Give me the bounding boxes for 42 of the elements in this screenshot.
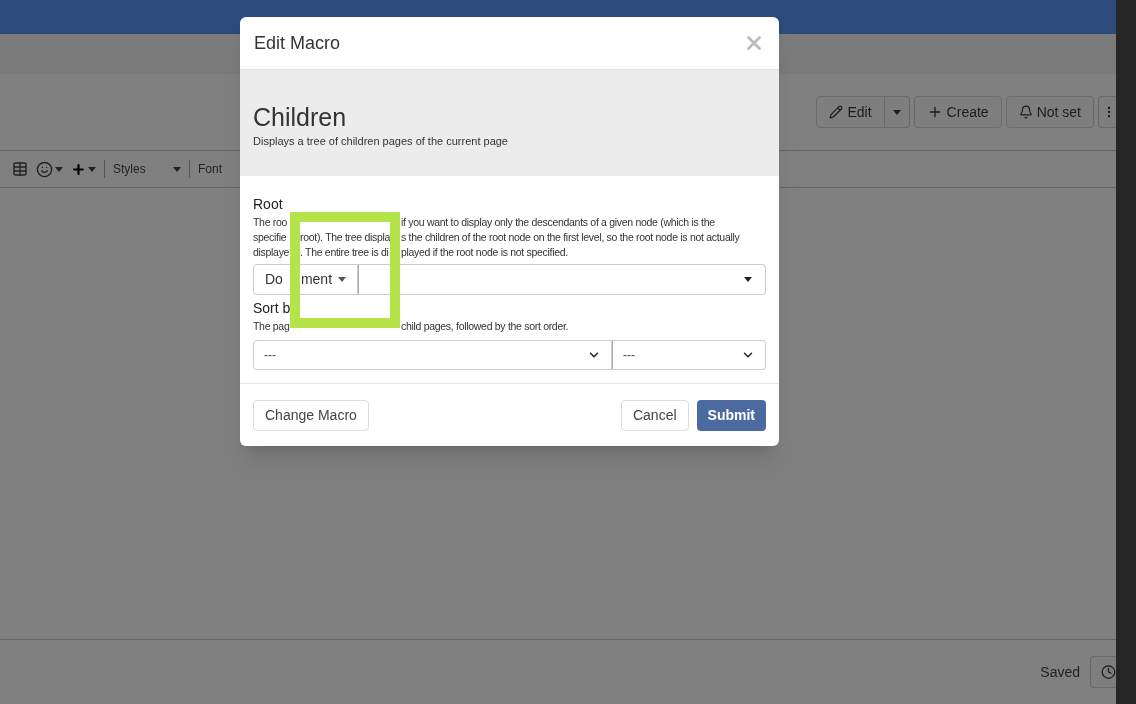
clock-icon: [1101, 664, 1116, 680]
create-button[interactable]: Create: [913, 96, 1002, 128]
cancel-button[interactable]: Cancel: [620, 399, 689, 431]
field-label: Root: [253, 195, 283, 213]
edit-menu-button[interactable]: [884, 96, 910, 128]
emoji-icon[interactable]: [36, 160, 53, 178]
pencil-icon: [829, 105, 844, 119]
field-hint: played if the root node is not specified.: [401, 245, 568, 260]
watch-button[interactable]: Not set: [1005, 96, 1094, 128]
caret-icon: [338, 277, 347, 282]
field-hint: . The entire tree is di: [300, 245, 389, 260]
bell-icon: [1018, 105, 1033, 119]
plus-icon[interactable]: [71, 161, 86, 177]
field-hint: root). The tree displa: [300, 230, 391, 245]
styles-dropdown[interactable]: Styles: [113, 160, 181, 178]
macro-description: Displays a tree of children pages of the current page: [253, 134, 508, 149]
field-hint: The pag: [253, 319, 290, 334]
caret-icon: [55, 166, 63, 172]
caret-icon: [88, 166, 96, 172]
field-hint: s the children of the root node on the first level, so the root node is not actually: [401, 230, 740, 245]
caret-icon: [173, 166, 181, 172]
caret-icon: [744, 277, 752, 282]
field-hint: child pages, followed by the sort order.: [401, 319, 569, 334]
field-hint: if you want to display only the descendants of a given node (which is the: [401, 215, 715, 230]
submit-button[interactable]: Submit: [696, 399, 766, 431]
field-label: Sort b: [253, 299, 291, 317]
field-hint: The roo: [253, 215, 288, 230]
dialog-title: Edit Macro: [254, 31, 341, 55]
table-icon[interactable]: [12, 161, 28, 177]
field-hint: displaye: [253, 245, 290, 260]
field-hint: specifie: [253, 230, 287, 245]
caret-icon: [892, 109, 901, 115]
macro-name: Children: [253, 102, 347, 132]
save-status: Saved: [1040, 662, 1080, 682]
history-button[interactable]: [1090, 656, 1116, 688]
sort-select[interactable]: ---: [612, 340, 766, 370]
root-node-select[interactable]: [358, 264, 766, 295]
edit-button[interactable]: Edit: [816, 96, 885, 128]
change-macro-button[interactable]: Change Macro: [253, 399, 369, 431]
sort-select[interactable]: ---: [253, 340, 612, 370]
font-dropdown[interactable]: Font: [198, 160, 222, 178]
document-type-button[interactable]: Do ment: [253, 264, 359, 295]
